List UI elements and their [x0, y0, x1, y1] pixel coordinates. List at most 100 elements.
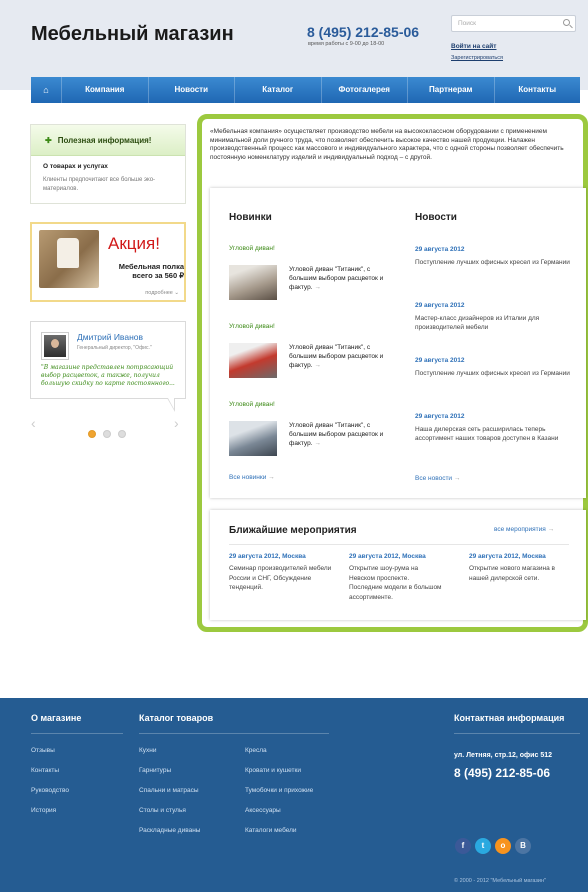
site-logo[interactable]: Мебельный магазин	[31, 23, 234, 46]
main-content: «Мебельная компания» осуществляет произв…	[197, 114, 588, 632]
footer-link[interactable]: Тумобочки и прихожие	[245, 787, 313, 794]
footer-link[interactable]: Раскладные диваны	[139, 827, 200, 834]
footer-about-title: О магазине	[31, 713, 82, 723]
promo-image	[39, 230, 99, 288]
footer-link[interactable]: Гарнитуры	[139, 767, 171, 774]
event-text[interactable]: Открытие шоу-рума на Невском проспекте. …	[349, 564, 444, 602]
footer-contact-title: Контактная информация	[454, 713, 565, 723]
footer-link[interactable]: Контакты	[31, 767, 59, 774]
copyright: © 2000 - 2012 "Мебельный магазин"	[454, 878, 546, 884]
news-text[interactable]: Мастер-класс дизайнеров из Италии для пр…	[415, 314, 570, 332]
carousel-dot-1[interactable]	[88, 430, 96, 438]
intro-text: «Мебельная компания» осуществляет произв…	[210, 128, 564, 161]
news-date: 29 августа 2012	[415, 357, 465, 364]
arrow-right-icon: →	[268, 474, 275, 481]
footer-link[interactable]: Руководство	[31, 787, 69, 794]
product-image[interactable]	[229, 343, 277, 378]
footer-link[interactable]: Спальни и матрасы	[139, 787, 199, 794]
footer-link[interactable]: Кухни	[139, 747, 157, 754]
product-image[interactable]	[229, 421, 277, 456]
arrow-right-icon: →	[314, 362, 321, 369]
events-panel: Ближайшие мероприятия все мероприятия → …	[210, 510, 586, 620]
nav-item-contacts[interactable]: Контакты	[493, 77, 581, 103]
footer-address: ул. Летняя, стр.12, офис 512	[454, 752, 553, 759]
footer-link[interactable]: Столы и стулья	[139, 807, 186, 814]
news-panel: Новинки Угловой диван! Угловой диван "Ти…	[210, 188, 586, 498]
vk-icon[interactable]: B	[515, 838, 531, 854]
footer-link[interactable]: Аксессуары	[245, 807, 281, 814]
nav-item-news[interactable]: Новости	[147, 77, 235, 103]
arrow-right-icon: →	[547, 526, 555, 533]
testimonial-card: Дмитрий Иванов Генеральный директор, "Оф…	[30, 321, 186, 399]
carousel-dots	[88, 430, 126, 438]
promo-badge: Акция!	[108, 234, 160, 253]
search-icon[interactable]	[563, 19, 570, 26]
login-link[interactable]: Войти на сайт	[451, 43, 496, 50]
product-text[interactable]: Угловой диван "Титаник", с большим выбор…	[289, 343, 385, 370]
useful-info-text: Клиенты предпочитают все больше эко-мате…	[43, 177, 156, 192]
new-products-title: Новинки	[229, 212, 272, 223]
news-title: Новости	[415, 212, 457, 223]
nav-item-company[interactable]: Компания	[61, 77, 148, 103]
testimonial-quote: "В магазине представлен потрясающий выбо…	[41, 364, 175, 387]
nav-item-gallery[interactable]: Фотогалерея	[320, 77, 408, 103]
home-icon[interactable]: ⌂	[31, 85, 61, 95]
news-text[interactable]: Наша дилерская сеть расширилась теперь а…	[415, 425, 570, 443]
nav-item-catalog[interactable]: Каталог	[234, 77, 321, 103]
carousel-dot-3[interactable]	[118, 430, 126, 438]
search-input[interactable]: Поиск	[451, 15, 576, 32]
footer: О магазине Отзывы Контакты Руководство И…	[0, 698, 588, 892]
header-phone: 8 (495) 212-85-06	[307, 24, 420, 40]
nav-item-partners[interactable]: Партнерам	[407, 77, 494, 103]
social-links: f t o B	[455, 838, 531, 854]
promo-banner[interactable]: Акция! Мебельная полка всего за 560 ₽ по…	[30, 222, 186, 302]
carousel-prev-icon[interactable]: ‹	[31, 415, 36, 431]
news-text[interactable]: Поступление лучших офисных кресел из Гер…	[415, 369, 570, 378]
footer-link[interactable]: Кресла	[245, 747, 267, 754]
all-new-products-link[interactable]: Все новинки →	[229, 474, 275, 481]
facebook-icon[interactable]: f	[455, 838, 471, 854]
promo-more-link[interactable]: подробнее ⌄	[145, 290, 179, 296]
pin-icon: ✚	[45, 135, 52, 145]
footer-phone: 8 (495) 212-85-06	[454, 766, 551, 780]
arrow-right-icon: →	[453, 475, 461, 482]
carousel-dot-2[interactable]	[103, 430, 111, 438]
news-date: 29 августа 2012	[415, 413, 465, 420]
avatar	[42, 333, 68, 359]
all-events-link[interactable]: все мероприятия →	[494, 526, 554, 533]
main-nav: ⌂ Компания Новости Каталог Фотогалерея П…	[31, 77, 580, 103]
carousel-next-icon[interactable]: ›	[174, 415, 179, 431]
promo-text: Мебельная полка всего за 560 ₽	[118, 262, 184, 280]
event-date: 29 августа 2012, Москва	[229, 553, 306, 560]
product-category[interactable]: Угловой диван!	[229, 245, 275, 252]
useful-info-link[interactable]: О товарах и услугах	[43, 163, 108, 170]
product-category[interactable]: Угловой диван!	[229, 401, 275, 408]
useful-info-header: ✚ Полезная информация!	[31, 125, 185, 156]
event-text[interactable]: Семинар производителей мебели России и С…	[229, 564, 339, 593]
product-image[interactable]	[229, 265, 277, 300]
product-text[interactable]: Угловой диван "Титаник", с большим выбор…	[289, 421, 385, 448]
testimonial-name: Дмитрий Иванов	[77, 332, 144, 342]
event-text[interactable]: Открытие нового магазина в нашей дилерск…	[469, 564, 559, 583]
arrow-right-icon: →	[314, 440, 321, 447]
footer-link[interactable]: Каталоги мебели	[245, 827, 297, 834]
footer-catalog-title: Каталог товаров	[139, 713, 214, 723]
news-date: 29 августа 2012	[415, 246, 465, 253]
product-category[interactable]: Угловой диван!	[229, 323, 275, 330]
news-text[interactable]: Поступление лучших офисных кресел из Гер…	[415, 258, 570, 267]
footer-link[interactable]: Кровати и кушетки	[245, 767, 301, 774]
twitter-icon[interactable]: t	[475, 838, 491, 854]
working-hours: время работы с 9-00 до 18-00	[308, 41, 385, 47]
footer-link[interactable]: Отзывы	[31, 747, 55, 754]
arrow-right-icon: →	[314, 284, 321, 291]
register-link[interactable]: Зарегистрироваться	[451, 55, 503, 61]
product-text[interactable]: Угловой диван "Титаник", с большим выбор…	[289, 265, 385, 292]
odnoklassniki-icon[interactable]: o	[495, 838, 511, 854]
event-date: 29 августа 2012, Москва	[469, 553, 546, 560]
divider	[31, 733, 123, 734]
footer-link[interactable]: История	[31, 807, 56, 814]
search-placeholder: Поиск	[458, 20, 477, 27]
testimonial-role: Генеральный директор, "Офис."	[77, 345, 152, 351]
divider	[139, 733, 329, 734]
all-news-link[interactable]: Все новости →	[415, 475, 460, 482]
